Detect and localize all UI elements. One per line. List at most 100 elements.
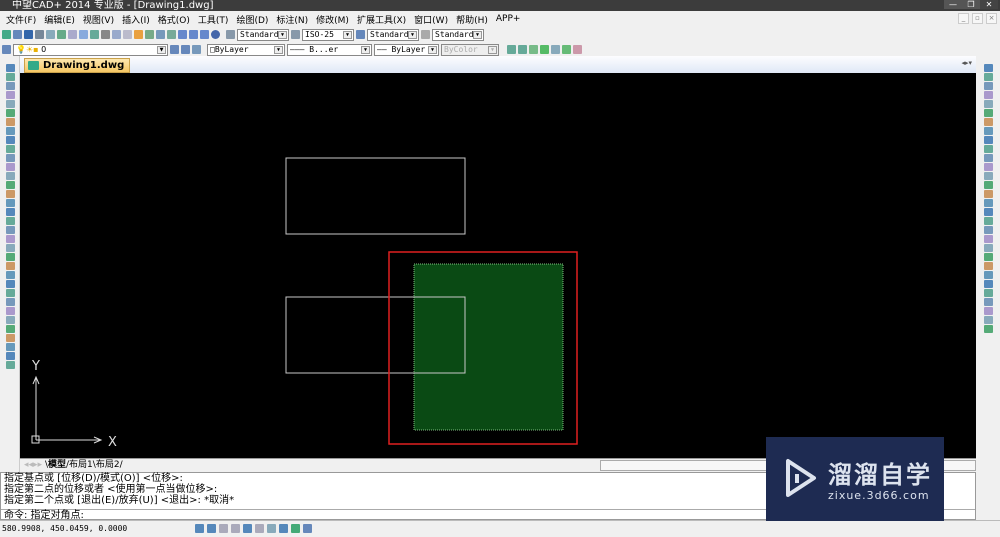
zoom-icon[interactable] [145,30,154,39]
modify-tool-icon[interactable] [984,145,993,153]
modify-tool-icon[interactable] [984,289,993,297]
draw-tool-icon[interactable] [6,289,15,297]
dim-style-select[interactable]: ISO-25 ▼ [302,28,354,41]
ucs2-icon[interactable] [518,45,527,54]
modify-tool-icon[interactable] [984,154,993,162]
layer-state-icon[interactable] [192,45,201,54]
snap-toggle-icon[interactable] [195,524,204,533]
hatch-selection[interactable] [413,263,564,431]
model-toggle-icon[interactable] [291,524,300,533]
publish-icon[interactable] [57,30,66,39]
draw-tool-icon[interactable] [6,235,15,243]
modify-tool-icon[interactable] [984,271,993,279]
draw-tool-icon[interactable] [6,199,15,207]
help-icon[interactable] [211,30,220,39]
modify-tool-icon[interactable] [984,64,993,72]
draw-tool-icon[interactable] [6,208,15,216]
layer-select[interactable]: 💡☀▪ 0 ▼ [13,43,168,56]
modify-tool-icon[interactable] [984,172,993,180]
draw-tool-icon[interactable] [6,163,15,171]
ortho-toggle-icon[interactable] [219,524,228,533]
modify-tool-icon[interactable] [984,208,993,216]
modify-tool-icon[interactable] [984,325,993,333]
menu-extensions[interactable]: 扩展工具(X) [357,13,406,26]
undo-icon[interactable] [112,30,121,39]
draw-tool-icon[interactable] [6,127,15,135]
modify-tool-icon[interactable] [984,217,993,225]
menu-draw[interactable]: 绘图(D) [236,13,268,26]
draw-tool-icon[interactable] [6,73,15,81]
modify-tool-icon[interactable] [984,298,993,306]
draw-tool-icon[interactable] [6,181,15,189]
grid-toggle-icon[interactable] [207,524,216,533]
draw-tool-icon[interactable] [6,100,15,108]
close-button[interactable]: ✕ [980,0,998,9]
draw-tool-icon[interactable] [6,136,15,144]
menu-edit[interactable]: 编辑(E) [44,13,75,26]
menu-format[interactable]: 格式(O) [158,13,190,26]
redo-icon[interactable] [123,30,132,39]
view-icon[interactable] [529,45,538,54]
draw-tool-icon[interactable] [6,82,15,90]
modify-tool-icon[interactable] [984,262,993,270]
modify-tool-icon[interactable] [984,136,993,144]
draw-tool-icon[interactable] [6,226,15,234]
modify-tool-icon[interactable] [984,91,993,99]
draw-tool-icon[interactable] [6,253,15,261]
preview-icon[interactable] [46,30,55,39]
doc-minimize-button[interactable]: _ [958,13,969,24]
modify-tool-icon[interactable] [984,226,993,234]
tab-model[interactable]: 模型 [48,460,66,470]
modify-tool-icon[interactable] [984,181,993,189]
view2-icon[interactable] [540,45,549,54]
menu-window[interactable]: 窗口(W) [414,13,448,26]
menu-modify[interactable]: 修改(M) [316,13,349,26]
print-icon[interactable] [35,30,44,39]
draw-tool-icon[interactable] [6,352,15,360]
modify-tool-icon[interactable] [984,253,993,261]
doc-restore-button[interactable]: ▫ [972,13,983,24]
draw-tool-icon[interactable] [6,145,15,153]
draw-tool-icon[interactable] [6,307,15,315]
tool-palette-icon[interactable] [200,30,209,39]
draw-tool-icon[interactable] [6,91,15,99]
match-icon[interactable] [101,30,110,39]
draw-tool-icon[interactable] [6,109,15,117]
layout-nav-icon[interactable]: ◂◂▸▸ [24,460,42,470]
design-center-icon[interactable] [189,30,198,39]
draw-tool-icon[interactable] [6,262,15,270]
pan-icon[interactable] [134,30,143,39]
layer-previous-icon[interactable] [181,45,190,54]
view3-icon[interactable] [551,45,560,54]
linetype-select[interactable]: ——— B...er ▼ [287,43,372,56]
qp-toggle-icon[interactable] [303,524,312,533]
draw-tool-icon[interactable] [6,64,15,72]
new-icon[interactable] [2,30,11,39]
modify-tool-icon[interactable] [984,280,993,288]
color-select[interactable]: □ByLayer ▼ [207,43,285,56]
draw-tool-icon[interactable] [6,154,15,162]
modify-tool-icon[interactable] [984,109,993,117]
doc-close-button[interactable]: × [986,13,997,24]
menu-tools[interactable]: 工具(T) [198,13,229,26]
copy-icon[interactable] [79,30,88,39]
open-icon[interactable] [13,30,22,39]
make-current-icon[interactable] [170,45,179,54]
modify-tool-icon[interactable] [984,190,993,198]
text-style-select[interactable]: Standard ▼ [237,28,289,41]
draw-tool-icon[interactable] [6,334,15,342]
menu-insert[interactable]: 插入(I) [122,13,150,26]
draw-tool-icon[interactable] [6,271,15,279]
draw-tool-icon[interactable] [6,172,15,180]
tab-layout2[interactable]: 布局2 [96,460,120,470]
view4-icon[interactable] [562,45,571,54]
view5-icon[interactable] [573,45,582,54]
document-tab[interactable]: Drawing1.dwg [24,58,131,73]
multileader-style-select[interactable]: Standard ▼ [432,28,484,41]
draw-tool-icon[interactable] [6,316,15,324]
save-icon[interactable] [24,30,33,39]
draw-tool-icon[interactable] [6,325,15,333]
zoom-prev-icon[interactable] [167,30,176,39]
polar-toggle-icon[interactable] [231,524,240,533]
modify-tool-icon[interactable] [984,163,993,171]
